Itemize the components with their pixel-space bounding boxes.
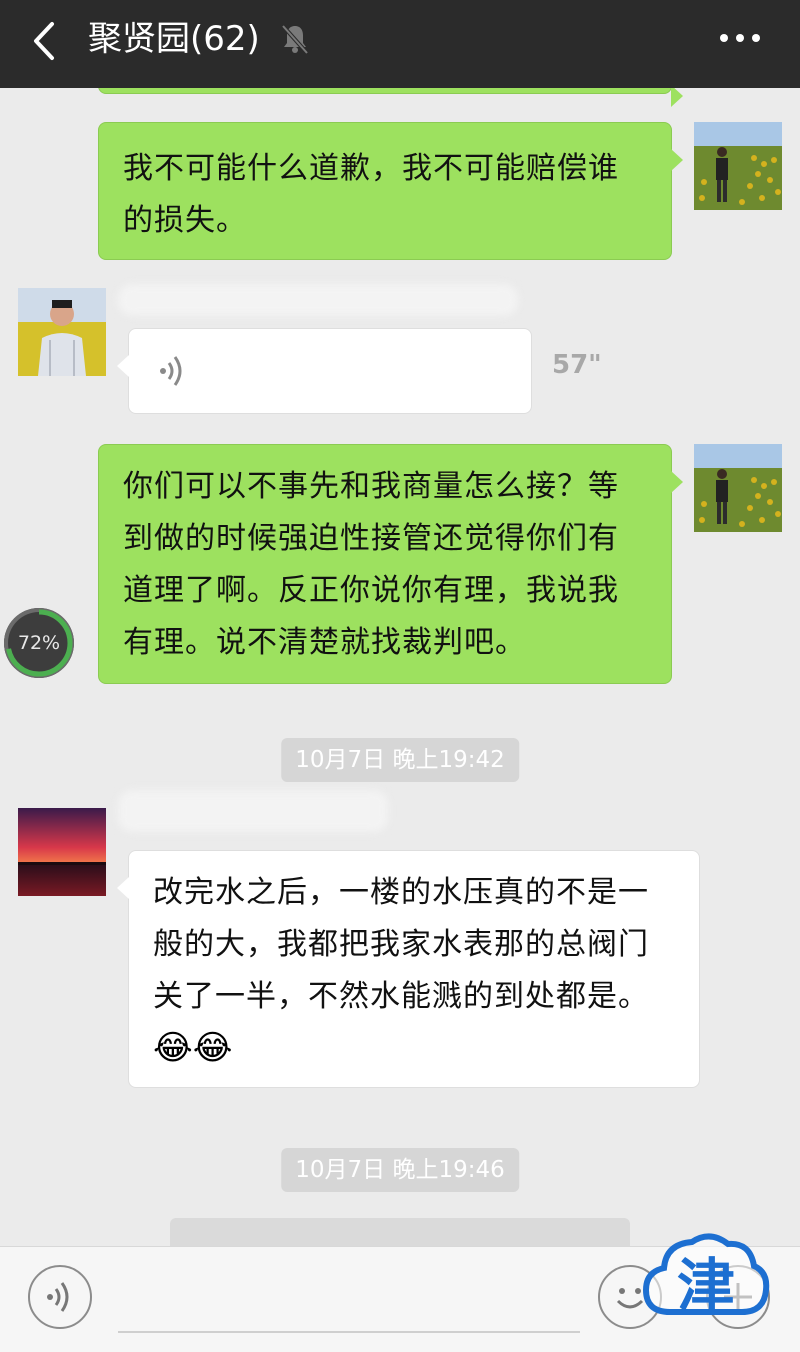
contact-avatar[interactable] (18, 808, 106, 896)
avatar-photo (18, 808, 106, 896)
message-bubble-incoming[interactable]: 改完水之后，一楼的水压真的不是一 般的大，我都把我家水表那的总阀门 关了一半，不… (117, 850, 700, 1088)
voice-input-button[interactable] (28, 1265, 92, 1329)
my-avatar[interactable] (694, 444, 782, 532)
laughing-tears-emoji: 😂 (192, 1028, 233, 1068)
sender-name-redacted (118, 790, 388, 832)
voice-message-bubble[interactable] (117, 328, 532, 414)
voice-icon (47, 1282, 69, 1312)
message-bubble-outgoing[interactable]: 你们可以不事先和我商量怎么接？等 到做的时候强迫性接管还觉得你们有 道理了啊。反… (98, 444, 683, 684)
text-input[interactable] (118, 1331, 580, 1333)
watermark-text: 津 (677, 1252, 735, 1320)
progress-label: 72% (17, 632, 61, 654)
chat-area[interactable]: 我不可能什么道歉，我不可能赔偿谁 的损失。 57" 你们可以不事先和我商量怎么接… (0, 88, 800, 1246)
message-bubble-outgoing[interactable]: 我不可能什么道歉，我不可能赔偿谁 的损失。 (98, 122, 683, 260)
chat-title: 聚贤园(62) (88, 19, 260, 59)
cloud-logo-watermark: 津 (642, 1233, 770, 1320)
voice-wave-icon (160, 356, 182, 386)
mute-bell-icon (281, 24, 309, 55)
contact-avatar[interactable] (18, 288, 106, 376)
message-text: 你们可以不事先和我商量怎么接？等 到做的时候强迫性接管还觉得你们有 道理了啊。反… (123, 469, 619, 660)
sender-name-redacted (118, 284, 518, 316)
emoji-row: 😂😂 (153, 1023, 675, 1073)
avatar-photo (694, 122, 782, 210)
timestamp: 10月7日 晚上19:46 (281, 1148, 519, 1192)
top-bar: 聚贤园(62) (0, 0, 800, 88)
my-avatar[interactable] (694, 122, 782, 210)
back-icon[interactable] (24, 16, 64, 66)
message-text: 我不可能什么道歉，我不可能赔偿谁 的损失。 (123, 151, 619, 238)
voice-duration: 57" (552, 350, 602, 380)
message-bubble-clipped (98, 88, 683, 107)
avatar-photo (18, 288, 106, 376)
laughing-tears-emoji: 😂 (153, 1028, 193, 1068)
timestamp: 10月7日 晚上19:42 (281, 738, 519, 782)
progress-overlay[interactable]: 72% (4, 608, 74, 678)
avatar-photo (694, 444, 782, 532)
system-notice-clipped (170, 1218, 630, 1246)
more-icon[interactable] (718, 26, 762, 50)
message-text: 改完水之后，一楼的水压真的不是一 般的大，我都把我家水表那的总阀门 关了一半，不… (153, 875, 649, 1014)
